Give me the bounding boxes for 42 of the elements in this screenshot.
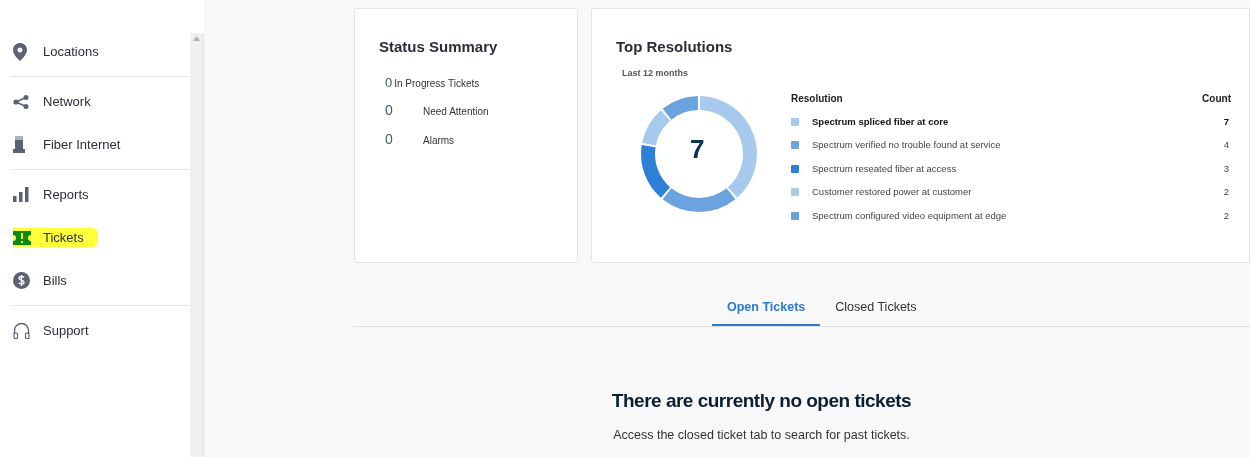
sidebar-item[interactable]: Fiber Internet [13, 134, 121, 155]
empty-state-message: Access the closed ticket tab to search for past tickets. [613, 426, 910, 444]
tab[interactable]: Open Tickets [712, 290, 821, 326]
column-header: Count [1202, 91, 1231, 106]
card-title: Top Resolutions [616, 37, 734, 57]
sidebar-item[interactable]: Reports [13, 184, 89, 205]
share-icon [13, 94, 29, 109]
sidebar-item[interactable]: Network [13, 91, 91, 112]
donut-total: 7 [690, 136, 705, 162]
bar-chart-icon [13, 187, 29, 202]
sidebar-item[interactable]: Support [13, 320, 89, 341]
map-pin-icon [13, 42, 27, 61]
card-subtitle: Last 12 months [622, 66, 689, 80]
headset-icon [13, 322, 30, 339]
resolution-label: Customer restored power at customer [812, 185, 973, 200]
fiber-connector-icon [13, 136, 25, 153]
status-count: 0 [385, 130, 394, 149]
card-title: Status Summary [379, 37, 499, 57]
scroll-up-icon[interactable] [193, 36, 200, 41]
resolution-count: 2 [1223, 208, 1230, 223]
sidebar-item[interactable]: Bills [13, 270, 67, 291]
resolution-count: 4 [1223, 138, 1230, 153]
resolution-label: Spectrum spliced fiber at core [812, 114, 950, 129]
dollar-coin-icon [13, 272, 30, 289]
status-label: Need Attention [423, 105, 489, 119]
status-label: Alarms [423, 134, 455, 148]
resolution-label: Spectrum verified no trouble found at service [812, 138, 1002, 153]
column-header: Resolution [791, 91, 843, 106]
resolution-label: Spectrum configured video equipment at edge [812, 208, 1008, 223]
scrollbar[interactable] [190, 33, 204, 457]
status-count: 0 [385, 73, 394, 92]
status-label: In Progress Tickets [394, 76, 480, 91]
sidebar-item[interactable]: Tickets [13, 227, 98, 248]
resolution-count: 3 [1223, 161, 1230, 176]
sidebar-item[interactable]: Locations [13, 41, 99, 62]
ticket-icon [13, 230, 31, 245]
empty-state-title: There are currently no open tickets [611, 389, 912, 413]
resolution-label: Spectrum reseated fiber at access [812, 161, 958, 176]
status-count: 0 [385, 101, 394, 120]
tab[interactable]: Closed Tickets [820, 290, 932, 326]
resolution-count: 7 [1223, 114, 1230, 129]
resolution-count: 2 [1223, 185, 1230, 200]
